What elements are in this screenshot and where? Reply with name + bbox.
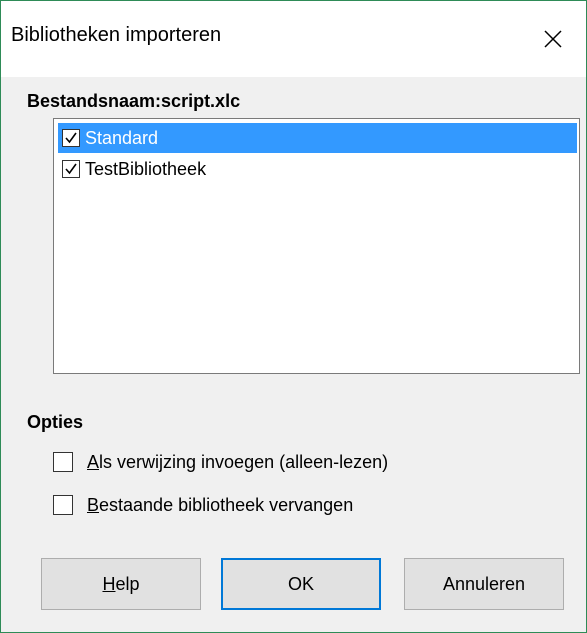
library-list[interactable]: Standard TestBibliotheek xyxy=(53,118,580,374)
replace-existing-checkbox[interactable] xyxy=(53,495,73,515)
replace-existing-option[interactable]: Bestaande bibliotheek vervangen xyxy=(53,490,353,520)
ok-button[interactable]: OK xyxy=(221,558,381,610)
insert-reference-option[interactable]: Als verwijzing invoegen (alleen-lezen) xyxy=(53,447,388,477)
close-icon xyxy=(544,30,562,48)
library-checkbox[interactable] xyxy=(62,129,80,147)
insert-reference-label: Als verwijzing invoegen (alleen-lezen) xyxy=(87,451,389,472)
import-libraries-dialog: Bibliotheken importeren Bestandsnaam:scr… xyxy=(0,0,587,633)
options-heading: Opties xyxy=(27,412,84,432)
close-button[interactable] xyxy=(520,1,586,77)
library-label: TestBibliotheek xyxy=(85,158,207,179)
replace-existing-label: Bestaande bibliotheek vervangen xyxy=(87,494,354,515)
list-item[interactable]: Standard xyxy=(58,123,577,153)
list-item[interactable]: TestBibliotheek xyxy=(58,154,577,184)
checkmark-icon xyxy=(65,163,77,175)
library-label: Standard xyxy=(85,127,159,148)
help-button[interactable]: Help xyxy=(41,558,201,610)
cancel-button[interactable]: Annuleren xyxy=(404,558,564,610)
title-bar: Bibliotheken importeren xyxy=(1,1,586,77)
library-checkbox[interactable] xyxy=(62,160,80,178)
insert-reference-checkbox[interactable] xyxy=(53,452,73,472)
dialog-title: Bibliotheken importeren xyxy=(11,24,222,46)
checkmark-icon xyxy=(65,132,77,144)
file-name-label: Bestandsnaam:script.xlc xyxy=(27,91,241,111)
